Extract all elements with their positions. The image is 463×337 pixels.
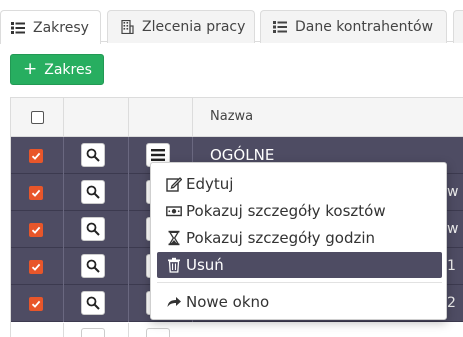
list-icon [273,21,287,33]
tab-label: Zakresy [33,19,89,36]
search-button[interactable] [81,143,105,167]
tab-dane-kontrahentow[interactable]: Dane kontrahentów [260,10,447,43]
tab-label: Zlecenia pracy [142,19,246,35]
tab-overflow[interactable] [453,10,463,43]
table-row[interactable] [11,323,463,337]
row-name-overflow: 2 [447,295,456,311]
check-icon [31,300,41,308]
menu-item-usun[interactable]: Usuń [157,252,442,278]
check-icon [31,263,41,271]
table-header: Nazwa [11,97,463,138]
edit-icon [166,177,182,192]
search-icon [86,222,100,236]
menu-item-label: Nowe okno [186,293,270,311]
building-icon [121,20,134,34]
share-arrow-icon [167,297,181,307]
row-checkbox[interactable] [29,297,43,311]
menu-item-szczegoly-godzin[interactable]: Pokazuj szczegóły godzin [157,225,442,251]
tab-zlecenia-pracy[interactable]: Zlecenia pracy [107,10,255,43]
column-header-nazwa[interactable]: Nazwa [210,109,253,124]
select-all-checkbox[interactable] [31,111,44,124]
search-icon [86,148,100,162]
check-icon [31,189,41,197]
row-checkbox[interactable] [29,223,43,237]
add-zakres-button[interactable]: + Zakres [10,54,104,85]
row-name-overflow: w [447,221,459,237]
menu-item-szczegoly-kosztow[interactable]: Pokazuj szczegóły kosztów [157,198,442,224]
check-icon [31,226,41,234]
menu-item-label: Pokazuj szczegóły godzin [186,229,376,247]
column-divider [63,98,64,138]
column-divider [128,98,129,138]
hamburger-icon [151,149,165,161]
trash-icon [168,257,180,273]
tab-zakresy[interactable]: Zakresy [0,10,101,44]
menu-item-label: Pokazuj szczegóły kosztów [186,202,386,220]
menu-divider [157,282,442,283]
search-icon [86,296,100,310]
tab-bar: Zakresy Zlecenia pracy Dane kontrahentów [0,0,463,44]
search-icon [86,185,100,199]
search-button[interactable] [81,180,105,204]
row-name-overflow: 1 [447,258,456,274]
row-name-overflow: w [447,184,459,200]
column-divider [192,98,193,138]
row-context-menu: Edytuj Pokazuj szczegóły kosztów Pokazuj… [150,162,447,320]
row-checkbox[interactable] [29,149,43,163]
menu-item-edytuj[interactable]: Edytuj [157,171,442,197]
tab-label: Dane kontrahentów [295,19,434,35]
list-icon [11,21,25,34]
row-checkbox[interactable] [29,260,43,274]
add-button-label: Zakres [44,61,92,78]
plus-icon: + [23,59,38,79]
money-icon [166,206,182,217]
menu-item-nowe-okno[interactable]: Nowe okno [157,289,442,315]
hourglass-icon [168,230,180,246]
search-button[interactable] [81,291,105,315]
menu-item-label: Edytuj [186,175,234,193]
search-button[interactable] [81,217,105,241]
menu-item-label: Usuń [186,256,224,274]
search-button[interactable] [81,254,105,278]
check-icon [31,152,41,160]
row-checkbox[interactable] [29,186,43,200]
search-icon [86,259,100,273]
